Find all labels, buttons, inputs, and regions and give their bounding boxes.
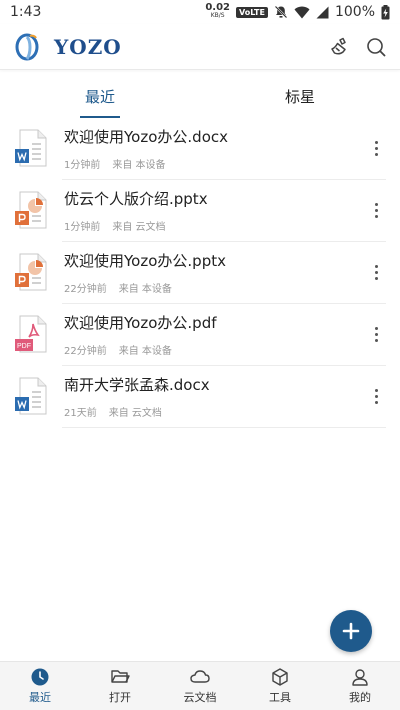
ppt-file-icon (0, 242, 62, 304)
more-vertical-icon[interactable] (366, 198, 386, 222)
mute-bell-icon (274, 5, 288, 19)
file-row-body: 优云个人版介绍.pptx 1分钟前 来自 云文档 (62, 180, 386, 242)
cube-icon (272, 668, 288, 686)
file-row-body: 欢迎使用Yozo办公.docx 1分钟前 来自 本设备 (62, 118, 386, 180)
tab-starred[interactable]: 标星 (200, 82, 400, 118)
word-file-icon (0, 366, 62, 428)
logo-text: YOZO (54, 34, 122, 59)
file-row-body: 南开大学张孟森.docx 21天前 来自 云文档 (62, 366, 386, 428)
file-source: 来自 本设备 (118, 346, 172, 357)
wifi-icon (294, 6, 310, 18)
file-name: 欢迎使用Yozo办公.pptx (64, 252, 226, 270)
file-source: 来自 云文档 (112, 222, 166, 233)
nav-tools[interactable]: 工具 (240, 662, 320, 710)
pdf-file-icon: PDF (0, 304, 62, 366)
battery-percent: 100% (334, 4, 375, 20)
yozo-logo: YOZO (14, 33, 330, 61)
file-name: 欢迎使用Yozo办公.pdf (64, 314, 217, 332)
nav-label: 工具 (269, 691, 291, 704)
volte-badge: VoLTE (236, 6, 268, 18)
file-meta: 22分钟前 来自 本设备 (64, 342, 172, 357)
status-time: 1:43 (10, 4, 42, 20)
nav-open[interactable]: 打开 (80, 662, 160, 710)
file-time: 1分钟前 (64, 222, 101, 233)
svg-text:PDF: PDF (17, 343, 31, 350)
file-row[interactable]: PDF 欢迎使用Yozo办公.pdf 22分钟前 来自 本设备 (0, 304, 400, 366)
plus-icon (342, 622, 360, 640)
file-time: 21天前 (64, 408, 97, 419)
nav-label: 最近 (29, 691, 51, 704)
user-icon (352, 669, 368, 686)
file-row[interactable]: 优云个人版介绍.pptx 1分钟前 来自 云文档 (0, 180, 400, 242)
search-icon[interactable] (366, 37, 386, 57)
cloud-icon (190, 670, 210, 683)
battery-charging-icon (381, 4, 390, 19)
header-actions (330, 37, 386, 57)
file-meta: 1分钟前 来自 本设备 (64, 156, 166, 171)
more-vertical-icon[interactable] (366, 384, 386, 408)
file-time: 22分钟前 (64, 284, 107, 295)
file-source: 来自 本设备 (112, 160, 166, 171)
file-time: 1分钟前 (64, 160, 101, 171)
tab-bar: 最近 标星 (0, 82, 400, 118)
status-bar: 1:43 0.02 KB/S VoLTE 100% (0, 0, 400, 24)
file-source: 来自 云文档 (108, 408, 162, 419)
bottom-nav: 最近 打开 云文档 工具 我的 (0, 661, 400, 710)
file-time: 22分钟前 (64, 346, 107, 357)
nav-profile[interactable]: 我的 (320, 662, 400, 710)
file-meta: 22分钟前 来自 本设备 (64, 280, 172, 295)
nav-label: 我的 (349, 691, 371, 704)
file-name: 欢迎使用Yozo办公.docx (64, 128, 228, 146)
nav-label: 云文档 (183, 691, 217, 704)
ppt-file-icon (0, 180, 62, 242)
file-name: 南开大学张孟森.docx (64, 376, 210, 394)
status-icons: 0.02 KB/S VoLTE 100% (205, 2, 390, 20)
add-button[interactable] (330, 610, 372, 652)
file-row[interactable]: 欢迎使用Yozo办公.pptx 22分钟前 来自 本设备 (0, 242, 400, 304)
tab-recent[interactable]: 最近 (0, 82, 200, 118)
file-list: 欢迎使用Yozo办公.docx 1分钟前 来自 本设备 优云个人版介绍.pptx … (0, 118, 400, 428)
file-meta: 1分钟前 来自 云文档 (64, 218, 166, 233)
app-header: YOZO (0, 24, 400, 70)
file-row[interactable]: 欢迎使用Yozo办公.docx 1分钟前 来自 本设备 (0, 118, 400, 180)
file-row-body: 欢迎使用Yozo办公.pdf 22分钟前 来自 本设备 (62, 304, 386, 366)
speed-value: 0.02 (205, 2, 231, 13)
nav-cloud[interactable]: 云文档 (160, 662, 240, 710)
network-speed: 0.02 KB/S (205, 2, 231, 20)
nav-recent[interactable]: 最近 (0, 662, 80, 710)
clean-brush-icon[interactable] (330, 37, 350, 57)
folder-icon (111, 670, 130, 683)
signal-icon (316, 6, 329, 18)
file-source: 来自 本设备 (118, 284, 172, 295)
yozo-logo-mark-icon (15, 33, 39, 60)
more-vertical-icon[interactable] (366, 260, 386, 284)
file-row[interactable]: 南开大学张孟森.docx 21天前 来自 云文档 (0, 366, 400, 428)
clock-icon (31, 668, 49, 686)
file-row-body: 欢迎使用Yozo办公.pptx 22分钟前 来自 本设备 (62, 242, 386, 304)
file-name: 优云个人版介绍.pptx (64, 190, 208, 208)
nav-label: 打开 (109, 691, 131, 704)
more-vertical-icon[interactable] (366, 136, 386, 160)
file-meta: 21天前 来自 云文档 (64, 404, 162, 419)
speed-unit: KB/S (210, 12, 225, 19)
word-file-icon (0, 118, 62, 180)
more-vertical-icon[interactable] (366, 322, 386, 346)
